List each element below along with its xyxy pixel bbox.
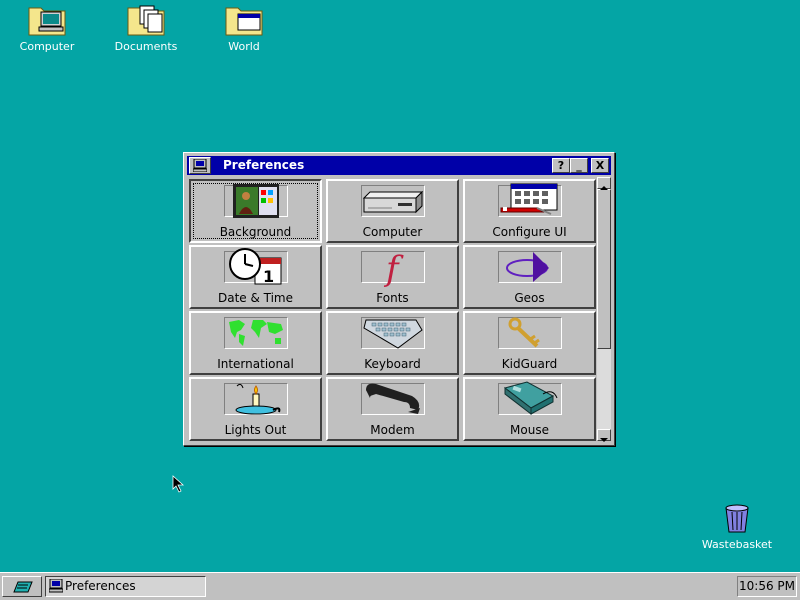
clock-calendar-icon: 1 [229,248,282,286]
pref-item-background[interactable]: Background [189,179,322,243]
pref-item-geos[interactable]: Geos [463,245,596,309]
pref-item-picture: 1 [224,248,288,286]
task-button-label: Preferences [65,579,136,593]
pref-item-label: Date & Time [217,291,294,305]
pref-item-label: Modem [370,423,415,437]
pref-item-picture [224,317,288,349]
pref-item-modem[interactable]: Modem [326,377,459,441]
pref-item-picture: f [361,249,425,289]
font-f-icon: f [383,249,404,289]
computer-small-icon [49,579,63,593]
pref-item-label: KidGuard [501,357,558,371]
desktop-icon-computer[interactable]: Computer [7,2,87,53]
pref-item-label: Background [219,225,292,239]
pref-item-lights-out[interactable]: Lights Out [189,377,322,441]
pref-item-picture [361,383,425,415]
pref-item-picture [498,381,562,416]
mouse-icon [503,381,558,416]
background-picture-icon [233,184,279,218]
express-menu-icon [13,581,33,593]
scroll-down-button[interactable] [597,429,611,442]
world-map-icon [229,320,283,346]
task-button-preferences[interactable]: Preferences [45,576,206,597]
pref-item-label: Mouse [510,423,549,437]
scroll-up-button[interactable] [597,177,611,190]
pref-item-picture [361,317,425,349]
telephone-icon [366,383,420,414]
mouse-pointer-icon [172,475,185,493]
desktop-icon-world[interactable]: World [204,2,284,53]
close-button[interactable]: X [591,158,609,173]
pref-item-picture [361,185,425,217]
key-icon [508,317,540,348]
pref-item-mouse[interactable]: Mouse [463,377,596,441]
pref-item-picture [224,184,288,218]
pref-item-label: Fonts [376,291,409,305]
window-titlebar[interactable]: Preferences ? _ X [187,156,611,175]
pref-item-picture [498,183,562,217]
pref-item-label: Configure UI [492,225,567,239]
svg-text:1: 1 [263,267,274,286]
desktop-icon-label: Documents [114,40,178,53]
window-menu-button[interactable] [189,157,211,174]
computer-folder-icon [28,7,66,36]
pref-item-kidguard[interactable]: KidGuard [463,311,596,375]
desktop-icon-documents[interactable]: Documents [106,2,186,53]
desktop-icon-label: Computer [19,40,75,53]
pref-item-computer[interactable]: Computer [326,179,459,243]
minimize-button[interactable]: _ [570,158,588,173]
wastebasket-icon [725,504,749,533]
taskbar: Preferences 10:56 PM [0,572,800,600]
documents-folder-icon [127,5,165,36]
svg-text:f: f [383,249,404,289]
preferences-grid: Background Computer Configure UI 1 Date … [187,177,597,441]
pref-item-picture [224,383,288,415]
keyboard-icon [363,319,423,349]
pref-item-label: Geos [514,291,545,305]
computer-small-icon [193,159,207,172]
preferences-window: Preferences ? _ X Background Computer Co… [183,152,615,446]
vertical-scrollbar[interactable] [597,177,611,442]
pref-item-picture [498,251,562,283]
geos-logo-icon [506,252,549,282]
pref-item-fonts[interactable]: f Fonts [326,245,459,309]
computer-box-icon [362,190,424,214]
help-button[interactable]: ? [552,158,570,173]
window-title: Preferences [223,158,305,172]
configure-ui-icon [500,183,558,215]
world-folder-icon [225,7,263,36]
pref-item-label: International [217,357,294,371]
start-button[interactable] [2,576,42,597]
pref-item-date-time[interactable]: 1 Date & Time [189,245,322,309]
candle-icon [235,383,281,415]
arrow-up-icon [600,186,608,190]
scrollbar-thumb[interactable] [597,189,611,349]
taskbar-clock[interactable]: 10:56 PM [737,576,797,597]
pref-item-picture [498,317,562,349]
arrow-down-icon [600,438,608,442]
pref-item-keyboard[interactable]: Keyboard [326,311,459,375]
pref-item-label: Keyboard [364,357,421,371]
pref-item-label: Computer [362,225,423,239]
pref-item-label: Lights Out [224,423,287,437]
pref-item-international[interactable]: International [189,311,322,375]
pref-item-configure-ui[interactable]: Configure UI [463,179,596,243]
desktop-icon-label: Wastebasket [701,538,773,551]
desktop-icon-label: World [228,40,260,53]
desktop-icon-wastebasket[interactable]: Wastebasket [697,504,777,551]
